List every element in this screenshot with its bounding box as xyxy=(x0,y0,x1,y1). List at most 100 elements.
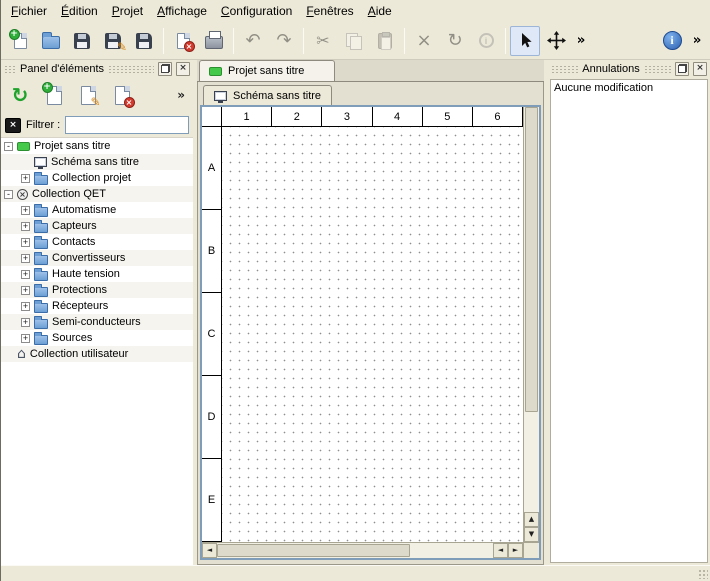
tree-item-protections[interactable]: + Protections xyxy=(1,282,193,298)
tree-item-capteurs[interactable]: + Capteurs xyxy=(1,218,193,234)
menu-fenetres[interactable]: Fenêtres xyxy=(299,1,360,21)
scroll-left-button-2[interactable]: ◄ xyxy=(493,543,508,558)
dock-grip[interactable] xyxy=(4,65,16,73)
tree-item-sources[interactable]: + Sources xyxy=(1,330,193,346)
expander-icon[interactable]: - xyxy=(4,142,13,151)
menu-projet[interactable]: Projet xyxy=(105,1,150,21)
print-button[interactable] xyxy=(199,26,229,56)
dock-grip[interactable] xyxy=(644,65,671,73)
menu-affichage[interactable]: Affichage xyxy=(150,1,214,21)
expander-icon[interactable]: + xyxy=(21,254,30,263)
save-button[interactable] xyxy=(67,26,97,56)
scrollbar-corner xyxy=(523,542,539,558)
column-ruler: 1 2 3 4 5 6 xyxy=(222,107,523,127)
undo-button[interactable]: ↶ xyxy=(238,26,268,56)
folder-icon xyxy=(34,319,48,329)
tree-item-collection-projet[interactable]: + Collection projet xyxy=(1,170,193,186)
select-tool-button[interactable] xyxy=(510,26,540,56)
object-info-button[interactable]: i xyxy=(471,26,501,56)
save-all-button[interactable] xyxy=(129,26,159,56)
save-as-button[interactable]: ✎ xyxy=(98,26,128,56)
tree-item-convertisseurs[interactable]: + Convertisseurs xyxy=(1,250,193,266)
tree-item-recepteurs[interactable]: + Récepteurs xyxy=(1,298,193,314)
expander-icon[interactable]: + xyxy=(21,286,30,295)
pan-tool-button[interactable] xyxy=(541,26,571,56)
horizontal-scrollbar-thumb[interactable] xyxy=(217,544,410,557)
tree-item-automatisme[interactable]: + Automatisme xyxy=(1,202,193,218)
status-bar xyxy=(1,565,710,581)
delete-element-button[interactable]: × xyxy=(107,80,137,110)
copy-button[interactable] xyxy=(339,26,369,56)
menu-aide[interactable]: Aide xyxy=(361,1,399,21)
redo-button[interactable]: ↷ xyxy=(269,26,299,56)
expander-icon[interactable]: + xyxy=(21,238,30,247)
panel-overflow-button[interactable]: » xyxy=(173,87,189,103)
expander-icon[interactable]: + xyxy=(21,302,30,311)
filter-input[interactable] xyxy=(65,116,189,134)
expander-icon[interactable]: - xyxy=(4,190,13,199)
scroll-up-button[interactable]: ▲ xyxy=(524,512,539,527)
tree-item-collection-qet[interactable]: - × Collection QET xyxy=(1,186,193,202)
new-element-button[interactable]: + xyxy=(39,80,69,110)
vertical-scrollbar[interactable]: ▲ ▼ xyxy=(523,107,539,542)
tree-item-semi-conducteurs[interactable]: + Semi-conducteurs xyxy=(1,314,193,330)
expander-icon[interactable]: + xyxy=(21,222,30,231)
restore-icon xyxy=(678,64,687,73)
row-label: D xyxy=(202,376,221,459)
tree-item-projet-sans-titre[interactable]: - Projet sans titre xyxy=(1,138,193,154)
tree-item-contacts[interactable]: + Contacts xyxy=(1,234,193,250)
menu-configuration[interactable]: Configuration xyxy=(214,1,299,21)
folder-icon xyxy=(34,223,48,233)
tree-item-collection-utilisateur[interactable]: ⌂ Collection utilisateur xyxy=(1,346,193,362)
menu-edition[interactable]: Édition xyxy=(54,1,105,21)
undo-history-list[interactable]: Aucune modification xyxy=(550,79,708,563)
horizontal-scrollbar-track[interactable] xyxy=(410,543,493,558)
expander-icon[interactable]: + xyxy=(21,174,30,183)
paste-button[interactable] xyxy=(370,26,400,56)
delete-button[interactable]: × xyxy=(409,26,439,56)
edit-element-button[interactable]: ✎ xyxy=(73,80,103,110)
close-panel-button[interactable]: × xyxy=(176,62,190,76)
close-panel-button[interactable]: × xyxy=(693,62,707,76)
open-project-button[interactable] xyxy=(36,26,66,56)
reload-collections-button[interactable]: ↻ xyxy=(5,80,35,110)
float-panel-button[interactable] xyxy=(158,62,172,76)
vertical-scrollbar-track[interactable] xyxy=(524,412,539,513)
scroll-left-button[interactable]: ◄ xyxy=(202,543,217,558)
horizontal-scrollbar[interactable]: ◄ ◄ ► xyxy=(202,542,523,558)
toolbar-overflow-button[interactable]: » xyxy=(572,26,590,56)
resize-grip[interactable] xyxy=(698,569,708,579)
expander-icon[interactable]: + xyxy=(21,318,30,327)
elements-panel-titlebar[interactable]: Panel d'éléments × xyxy=(1,60,193,77)
expander-icon[interactable]: + xyxy=(21,206,30,215)
dock-grip[interactable] xyxy=(551,65,578,73)
close-file-button[interactable]: × xyxy=(168,26,198,56)
scroll-right-button[interactable]: ► xyxy=(508,543,523,558)
cut-button[interactable]: ✂ xyxy=(308,26,338,56)
tree-item-schema-sans-titre[interactable]: Schéma sans titre xyxy=(1,154,193,170)
rotate-button[interactable]: ↻ xyxy=(440,26,470,56)
document-icon: × xyxy=(115,86,130,105)
tree-item-label: Collection projet xyxy=(52,172,131,184)
expander-icon[interactable]: + xyxy=(21,270,30,279)
scroll-down-button[interactable]: ▼ xyxy=(524,527,539,542)
floppy-icon xyxy=(136,33,152,49)
new-project-button[interactable]: + xyxy=(5,26,35,56)
schema-icon xyxy=(34,157,47,167)
tree-item-haute-tension[interactable]: + Haute tension xyxy=(1,266,193,282)
expander-icon[interactable]: + xyxy=(21,334,30,343)
vertical-scrollbar-thumb[interactable] xyxy=(525,107,538,412)
tab-schema-sans-titre[interactable]: Schéma sans titre xyxy=(203,85,332,105)
main-toolbar: + ✎ × ↶ ↷ ✂ xyxy=(1,22,710,60)
schema-canvas[interactable] xyxy=(222,127,523,542)
filter-label: Filtrer : xyxy=(26,119,60,131)
annulations-panel-titlebar[interactable]: Annulations × xyxy=(548,60,710,77)
floppy-icon: ✎ xyxy=(105,33,121,49)
tab-projet-sans-titre[interactable]: Projet sans titre xyxy=(199,60,335,81)
about-qet-button[interactable]: i xyxy=(657,26,687,56)
clear-filter-button[interactable]: × xyxy=(5,118,21,133)
menu-fichier[interactable]: Fichier xyxy=(4,1,54,21)
dock-grip[interactable] xyxy=(108,65,154,73)
float-panel-button[interactable] xyxy=(675,62,689,76)
toolbar-overflow-button-2[interactable]: » xyxy=(688,26,706,56)
